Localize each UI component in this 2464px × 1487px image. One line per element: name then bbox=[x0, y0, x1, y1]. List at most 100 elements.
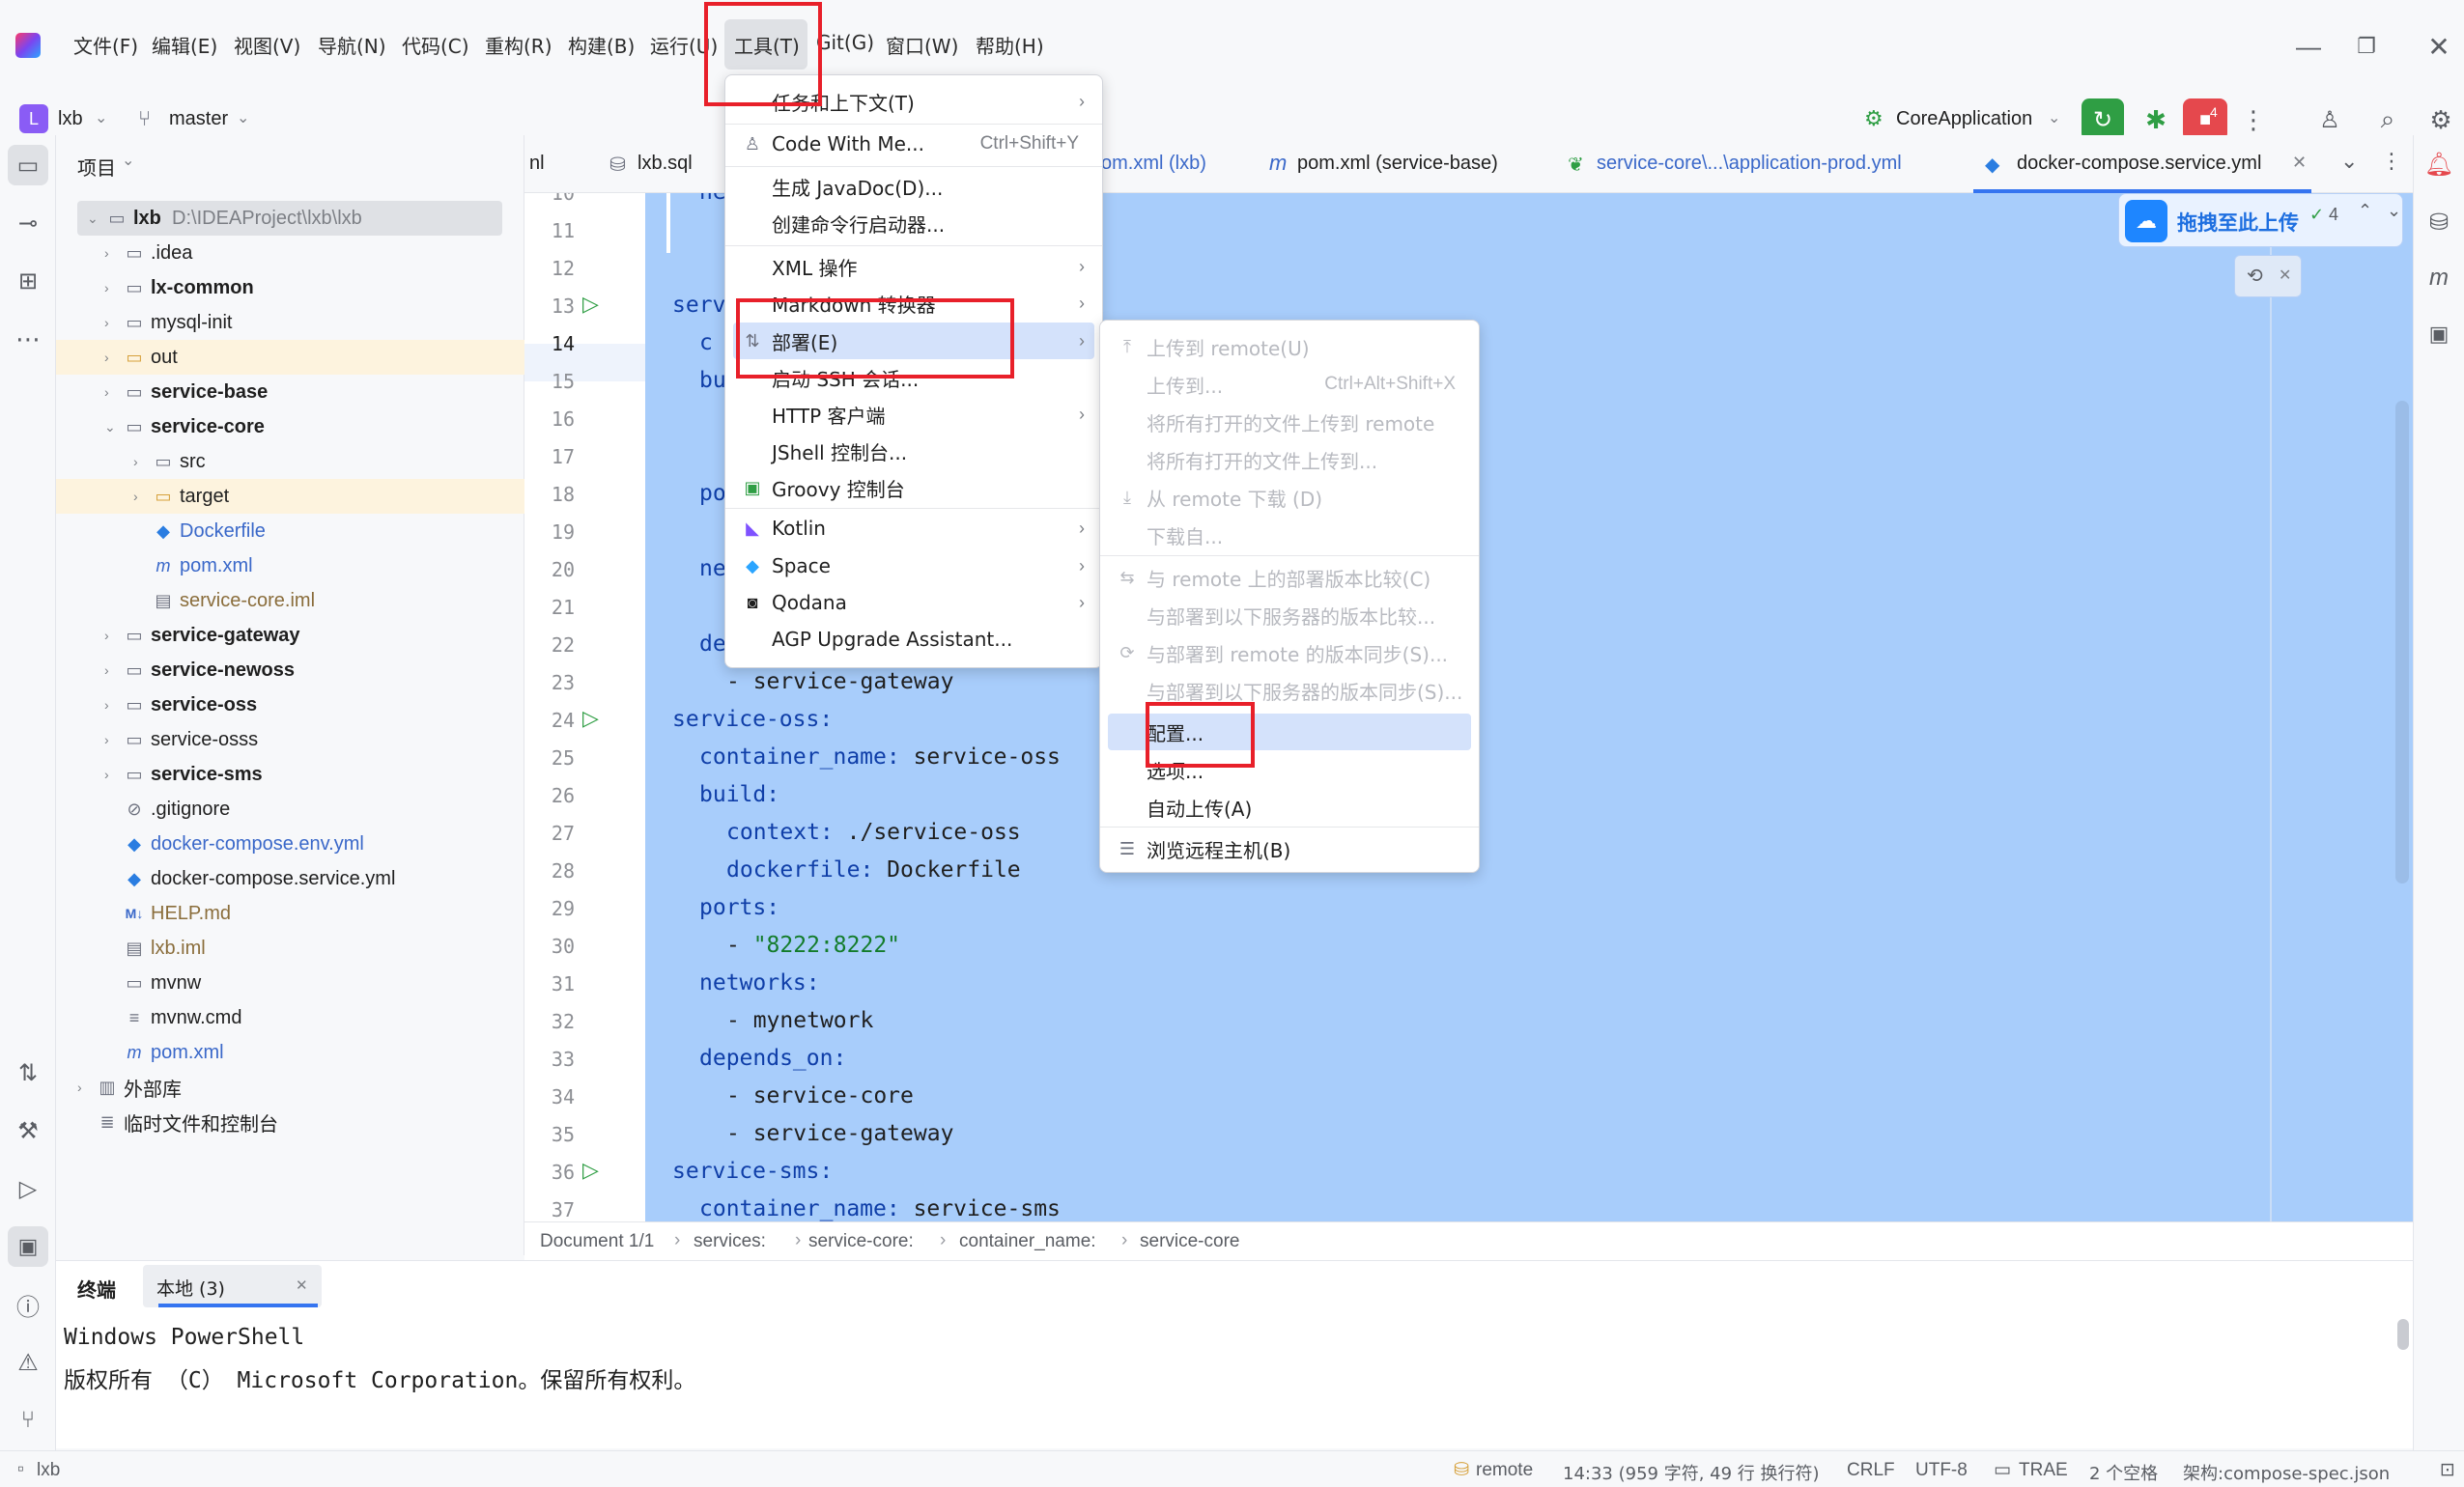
menu-item-http-client[interactable]: HTTP 客户端 › bbox=[733, 396, 1094, 433]
tree-node[interactable]: › ▭ service-osss bbox=[56, 722, 524, 757]
tab-pom-service-base[interactable]: pom.xml (service-base) bbox=[1297, 153, 1498, 175]
status-project[interactable]: lxb bbox=[37, 1460, 60, 1481]
breadcrumb-item[interactable]: Document 1/1 bbox=[540, 1231, 654, 1252]
menu-view[interactable]: 视图(V) bbox=[234, 31, 300, 59]
status-schema[interactable]: 架构:compose-spec.json bbox=[2183, 1460, 2390, 1485]
close-tab-icon[interactable]: ✕ bbox=[296, 1277, 308, 1294]
notifications-icon[interactable]: 🔔︎ bbox=[2420, 145, 2458, 183]
chevron-down-icon[interactable]: ⌄ bbox=[2048, 108, 2060, 127]
tree-node[interactable]: ⊘ .gitignore bbox=[56, 792, 524, 827]
menu-item-space[interactable]: ◆ Space › bbox=[733, 547, 1094, 584]
tree-node[interactable]: › ▭ target bbox=[56, 479, 524, 514]
menu-item-code-with-me[interactable]: ♙ Code With Me... Ctrl+Shift+Y bbox=[733, 126, 1094, 162]
run-service-icon[interactable]: ▷ bbox=[582, 292, 599, 317]
folder-icon[interactable]: ▭ bbox=[8, 145, 48, 185]
tree-node[interactable]: › ▭ service-gateway bbox=[56, 618, 524, 653]
breadcrumb-item[interactable]: services: bbox=[694, 1231, 766, 1252]
status-encoding[interactable]: UTF-8 bbox=[1915, 1460, 1968, 1481]
chevron-down-icon[interactable]: ⌄ bbox=[2340, 149, 2358, 174]
tree-node[interactable]: › ▭ service-oss bbox=[56, 687, 524, 722]
status-line-separator[interactable]: CRLF bbox=[1847, 1460, 1895, 1481]
maven-icon[interactable]: m bbox=[2420, 259, 2458, 297]
more-icon[interactable]: ⋮ bbox=[2381, 149, 2402, 174]
menu-item-groovy[interactable]: ▣ Groovy 控制台 bbox=[733, 469, 1094, 506]
status-indent[interactable]: 2 个空格 bbox=[2089, 1460, 2158, 1485]
tree-node[interactable]: › ▭ mysql-init bbox=[56, 305, 524, 340]
run-service-icon[interactable]: ▷ bbox=[582, 1158, 599, 1183]
tab-partial[interactable]: nl bbox=[529, 153, 545, 175]
more-tools-icon[interactable]: ⋯ bbox=[8, 319, 48, 359]
run-config-name[interactable]: CoreApplication bbox=[1896, 108, 2032, 130]
menu-edit[interactable]: 编辑(E) bbox=[152, 31, 217, 59]
menu-item-qodana[interactable]: ◙ Qodana › bbox=[733, 584, 1094, 621]
close-icon[interactable]: ✕ bbox=[2279, 266, 2291, 285]
tree-node[interactable]: ≡ mvnw.cmd bbox=[56, 1000, 524, 1035]
tree-node[interactable]: m pom.xml bbox=[56, 548, 524, 583]
menu-item-auto-upload[interactable]: 自动上传(A) bbox=[1108, 789, 1471, 826]
tab-application-prod[interactable]: service-core\...\application-prod.yml bbox=[1597, 153, 1902, 175]
lock-icon[interactable]: ⊡ bbox=[2440, 1459, 2455, 1481]
build-icon[interactable]: ⚒ bbox=[8, 1110, 48, 1151]
close-tab-icon[interactable]: ✕ bbox=[2292, 153, 2307, 173]
problems-icon[interactable]: ⓘ bbox=[8, 1284, 48, 1325]
tab-docker-compose-service[interactable]: docker-compose.service.yml bbox=[2017, 153, 2261, 175]
commit-icon[interactable]: ⊸ bbox=[8, 203, 48, 243]
project-name[interactable]: lxb bbox=[58, 108, 83, 130]
tab-pom-lxb[interactable]: om.xml (lxb) bbox=[1101, 153, 1206, 175]
chevron-up-icon[interactable]: ⌃ bbox=[2358, 201, 2372, 221]
terminal-scrollbar[interactable] bbox=[2397, 1319, 2409, 1350]
tree-node-root[interactable]: ⌄ ▭ lxb D:\IDEAProject\lxb\lxb bbox=[77, 201, 502, 236]
menu-navigate[interactable]: 导航(N) bbox=[318, 31, 386, 59]
tree-node[interactable]: ▤ service-core.iml bbox=[56, 583, 524, 618]
menu-code[interactable]: 代码(C) bbox=[402, 31, 469, 59]
branch-name[interactable]: master bbox=[169, 108, 228, 130]
menu-item-javadoc[interactable]: 生成 JavaDoc(D)... bbox=[733, 168, 1094, 205]
menu-window[interactable]: 窗口(W) bbox=[886, 31, 958, 59]
menu-item-kotlin[interactable]: ◣ Kotlin › bbox=[733, 510, 1094, 547]
chevron-down-icon[interactable]: ⌄ bbox=[122, 151, 134, 170]
tree-node[interactable]: M↓ HELP.md bbox=[56, 896, 524, 931]
reader-mode-icon[interactable]: ⟲ bbox=[2247, 264, 2263, 288]
menu-item-agp[interactable]: AGP Upgrade Assistant... bbox=[733, 621, 1094, 658]
tree-node[interactable]: ◆ docker-compose.env.yml bbox=[56, 827, 524, 861]
tree-node[interactable]: ⌄ ▭ service-core bbox=[56, 409, 524, 444]
menu-item-launcher[interactable]: 创建命令行启动器... bbox=[733, 205, 1094, 241]
tree-node[interactable]: › ▭ src bbox=[56, 444, 524, 479]
tree-node[interactable]: › ▥ 外部库 bbox=[56, 1070, 524, 1105]
chevron-down-icon[interactable]: ⌄ bbox=[237, 108, 249, 127]
chevron-down-icon[interactable]: ⌄ bbox=[95, 108, 107, 127]
tree-node[interactable]: › ▭ lx-common bbox=[56, 270, 524, 305]
menu-help[interactable]: 帮助(H) bbox=[976, 31, 1044, 59]
tree-node[interactable]: m pom.xml bbox=[56, 1035, 524, 1070]
status-position[interactable]: 14:33 (959 字符, 49 行 换行符) bbox=[1563, 1460, 1820, 1485]
menu-refactor[interactable]: 重构(R) bbox=[485, 31, 552, 59]
database-icon[interactable]: ⛁ bbox=[2420, 203, 2458, 241]
tree-node[interactable]: ◆ docker-compose.service.yml bbox=[56, 861, 524, 896]
menu-item-jshell[interactable]: JShell 控制台... bbox=[733, 433, 1094, 469]
menu-git[interactable]: Git(G) bbox=[816, 31, 874, 54]
tree-node[interactable]: › ▭ out bbox=[56, 340, 524, 375]
menu-build[interactable]: 构建(B) bbox=[568, 31, 635, 59]
structure-icon[interactable]: ⊞ bbox=[8, 261, 48, 301]
breadcrumb-item[interactable]: service-core bbox=[1140, 1231, 1239, 1252]
close-window-icon[interactable]: ✕ bbox=[2420, 27, 2458, 66]
terminal-tab-local[interactable]: 本地 (3) ✕ bbox=[143, 1265, 322, 1307]
tree-node[interactable]: ≣ 临时文件和控制台 bbox=[56, 1105, 524, 1139]
minimize-icon[interactable]: — bbox=[2289, 27, 2328, 66]
pull-requests-icon[interactable]: ⇅ bbox=[8, 1052, 48, 1093]
menu-file[interactable]: 文件(F) bbox=[73, 31, 138, 59]
services-icon[interactable]: ▷ bbox=[8, 1168, 48, 1209]
breadcrumb-item[interactable]: service-core: bbox=[808, 1231, 914, 1252]
ai-chat-icon[interactable]: ▣ bbox=[2420, 315, 2458, 353]
tree-node[interactable]: ◆ Dockerfile bbox=[56, 514, 524, 548]
tab-lxb-sql[interactable]: lxb.sql bbox=[637, 153, 693, 175]
tree-node[interactable]: › ▭ service-sms bbox=[56, 757, 524, 792]
status-trae[interactable]: TRAE bbox=[2019, 1460, 2068, 1481]
warning-icon[interactable]: ⚠ bbox=[8, 1342, 48, 1383]
menu-item-xml[interactable]: XML 操作 › bbox=[733, 248, 1094, 285]
tree-node[interactable]: › ▭ service-newoss bbox=[56, 653, 524, 687]
tree-node[interactable]: › ▭ service-base bbox=[56, 375, 524, 409]
run-service-icon[interactable]: ▷ bbox=[582, 706, 599, 731]
chevron-down-icon[interactable]: ⌄ bbox=[2387, 201, 2401, 221]
menu-item-browse-remote[interactable]: ☰ 浏览远程主机(B) bbox=[1108, 830, 1471, 867]
